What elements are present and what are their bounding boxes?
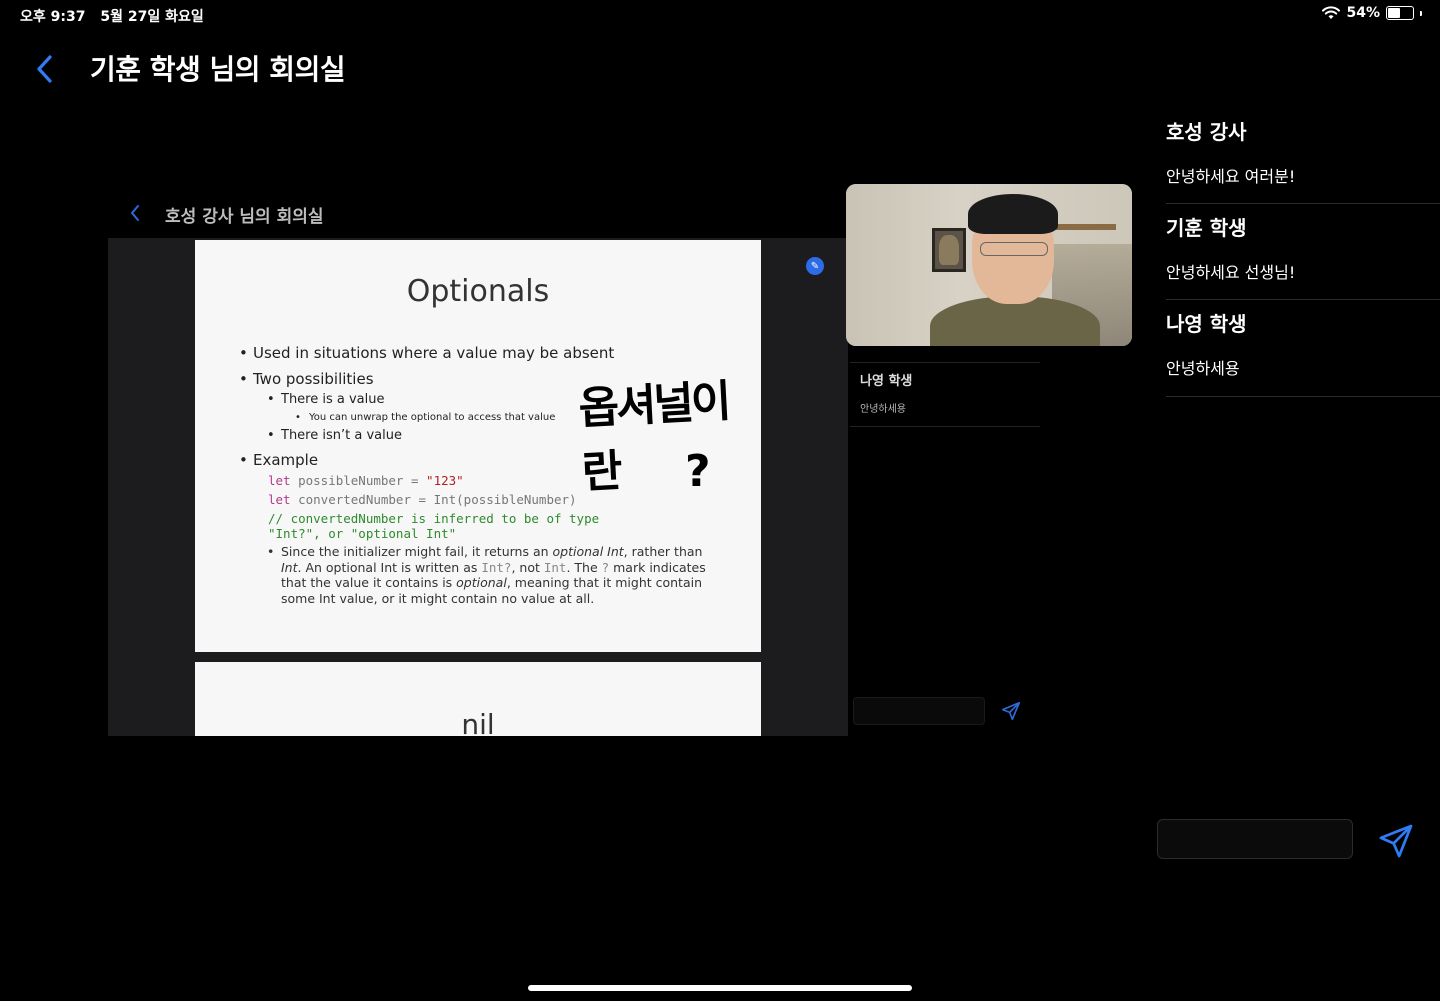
next-slide-title: nil [461, 708, 495, 736]
back-button[interactable] [30, 52, 60, 86]
status-time: 오후 9:37 [20, 9, 86, 25]
code-line: // convertedNumber is inferred to be of … [268, 511, 600, 526]
wall-shelf [1056, 224, 1116, 230]
page-title: 기훈 학생 님의 회의실 [90, 53, 346, 86]
chat-divider [1166, 299, 1440, 300]
chat-text: 안녕하세요 여러분! [1166, 167, 1296, 186]
wall-painting [932, 228, 966, 272]
chat-input[interactable] [1157, 819, 1353, 859]
chat-text: 안녕하세용 [1166, 359, 1240, 378]
slide-paragraph: Since the initializer might fail, it ret… [267, 544, 721, 606]
slide-bullet: You can unwrap the optional to access th… [295, 412, 555, 423]
handwriting-annotation: 옵셔널이란 [577, 375, 730, 499]
code-line: let possibleNumber = "123" [268, 473, 464, 488]
status-bar-right: 54% [1322, 5, 1422, 21]
shared-send-icon [1000, 700, 1022, 726]
shared-chat-divider [850, 426, 1040, 427]
slide-bullet: Used in situations where a value may be … [239, 344, 614, 362]
code-line: "Int?", or "optional Int" [268, 526, 457, 541]
send-icon [1379, 824, 1413, 858]
battery-level [1388, 8, 1401, 18]
shared-chat-message: 안녕하세용 [860, 404, 906, 415]
wifi-icon [1322, 6, 1341, 19]
chat-message: 호성 강사 안녕하세요 여러분! [1166, 116, 1440, 187]
battery-tip [1420, 10, 1422, 16]
send-button[interactable] [1377, 822, 1415, 860]
slide-bullet: Two possibilities [239, 370, 373, 388]
shared-screen-title: 호성 강사 님의 회의실 [165, 207, 324, 227]
shared-chat-divider [850, 362, 1040, 363]
chevron-left-icon [37, 55, 52, 83]
shared-screen: Optionals Used in situations where a val… [108, 238, 848, 736]
chat-sender: 나영 학생 [1166, 312, 1247, 336]
slide-bullet: Example [239, 451, 318, 469]
participant-video[interactable] [846, 184, 1132, 346]
slide-bullet: There is a value [267, 392, 384, 407]
status-bar-left: 오후 9:37 5월 27일 화요일 [20, 6, 214, 26]
code-line: let convertedNumber = Int(possibleNumber… [268, 492, 577, 507]
battery-percent: 54% [1346, 5, 1380, 21]
shared-back-icon [128, 202, 142, 228]
chat-text: 안녕하세요 선생님! [1166, 263, 1296, 282]
slide-bullet: There isn’t a value [267, 428, 402, 443]
chat-sender: 기훈 학생 [1166, 216, 1247, 240]
shared-chat-input [853, 697, 985, 725]
home-indicator[interactable] [528, 985, 912, 991]
shared-chat-name: 나영 학생 [860, 374, 913, 389]
slide: Optionals Used in situations where a val… [195, 240, 761, 652]
slide-title: Optionals [406, 274, 550, 309]
status-date: 5월 27일 화요일 [100, 9, 204, 25]
chat-divider [1166, 203, 1440, 204]
handwriting-question-mark: ? [685, 446, 711, 497]
chat-divider [1166, 396, 1440, 397]
chat-message: 나영 학생 안녕하세용 [1166, 308, 1440, 379]
person-hair [968, 194, 1058, 234]
next-slide: nil [195, 662, 761, 736]
pencil-icon: ✎ [806, 257, 824, 275]
chat-message: 기훈 학생 안녕하세요 선생님! [1166, 212, 1440, 283]
chat-sender: 호성 강사 [1166, 120, 1247, 144]
battery-icon [1386, 6, 1414, 20]
person-glasses [980, 242, 1048, 256]
